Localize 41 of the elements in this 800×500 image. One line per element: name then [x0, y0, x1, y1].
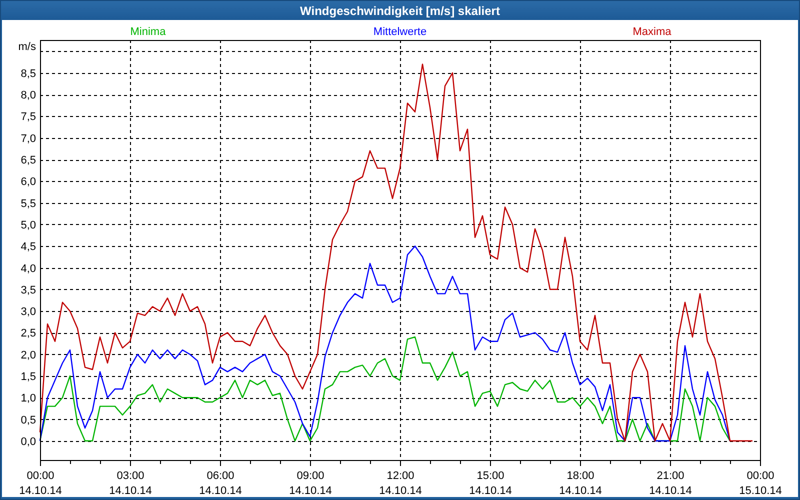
x-date-label: 14.10.14 — [109, 485, 152, 497]
x-tick-label: 00:00 — [746, 470, 774, 482]
x-date-label: 14.10.14 — [379, 485, 422, 497]
y-tick-label: 6,5 — [20, 154, 36, 166]
y-tick-label: 2,0 — [20, 349, 36, 362]
y-tick-label: 3,5 — [20, 284, 36, 296]
y-tick-label: 1,5 — [20, 371, 36, 383]
x-date-label: 14.10.14 — [469, 485, 512, 497]
y-tick-label: 3,0 — [20, 306, 36, 318]
y-tick-label: 1,0 — [20, 392, 36, 405]
x-tick-label: 00:00 — [26, 470, 54, 482]
window-title: Windgeschwindigkeit [m/s] skaliert — [1, 1, 799, 20]
y-tick-label: 6,0 — [20, 176, 36, 188]
x-date-label: 14.10.14 — [199, 485, 242, 497]
x-date-label: 14.10.14 — [649, 485, 692, 497]
y-tick-label: 0,0 — [20, 436, 36, 448]
legend-label: Maxima — [632, 26, 672, 38]
y-tick-label: 7,0 — [20, 132, 36, 145]
y-tick-label: 4,0 — [20, 262, 36, 275]
x-tick-label: 21:00 — [656, 470, 684, 482]
x-date-label: 14.10.14 — [289, 485, 332, 497]
x-tick-label: 03:00 — [116, 470, 144, 482]
y-tick-label: 8,5 — [20, 68, 36, 80]
x-tick-label: 15:00 — [476, 470, 504, 482]
legend-label: Mittelwerte — [373, 26, 427, 38]
y-tick-label: 5,5 — [20, 198, 36, 210]
x-tick-label: 06:00 — [206, 470, 234, 482]
x-date-label: 15.10.14 — [739, 485, 782, 497]
axis-unit-label: m/s — [18, 41, 36, 53]
legend-label: Minima — [130, 26, 166, 38]
x-date-label: 14.10.14 — [19, 485, 62, 497]
x-date-label: 14.10.14 — [559, 485, 602, 497]
y-tick-label: 2,5 — [20, 328, 36, 340]
y-tick-label: 5,0 — [20, 219, 36, 232]
y-tick-label: 0,5 — [20, 414, 36, 426]
x-tick-label: 12:00 — [386, 470, 414, 482]
x-tick-label: 18:00 — [566, 470, 594, 482]
y-tick-label: 8,0 — [20, 90, 36, 102]
y-tick-label: 7,5 — [20, 111, 36, 124]
y-tick-label: 4,5 — [20, 241, 36, 254]
x-tick-label: 09:00 — [296, 470, 324, 482]
